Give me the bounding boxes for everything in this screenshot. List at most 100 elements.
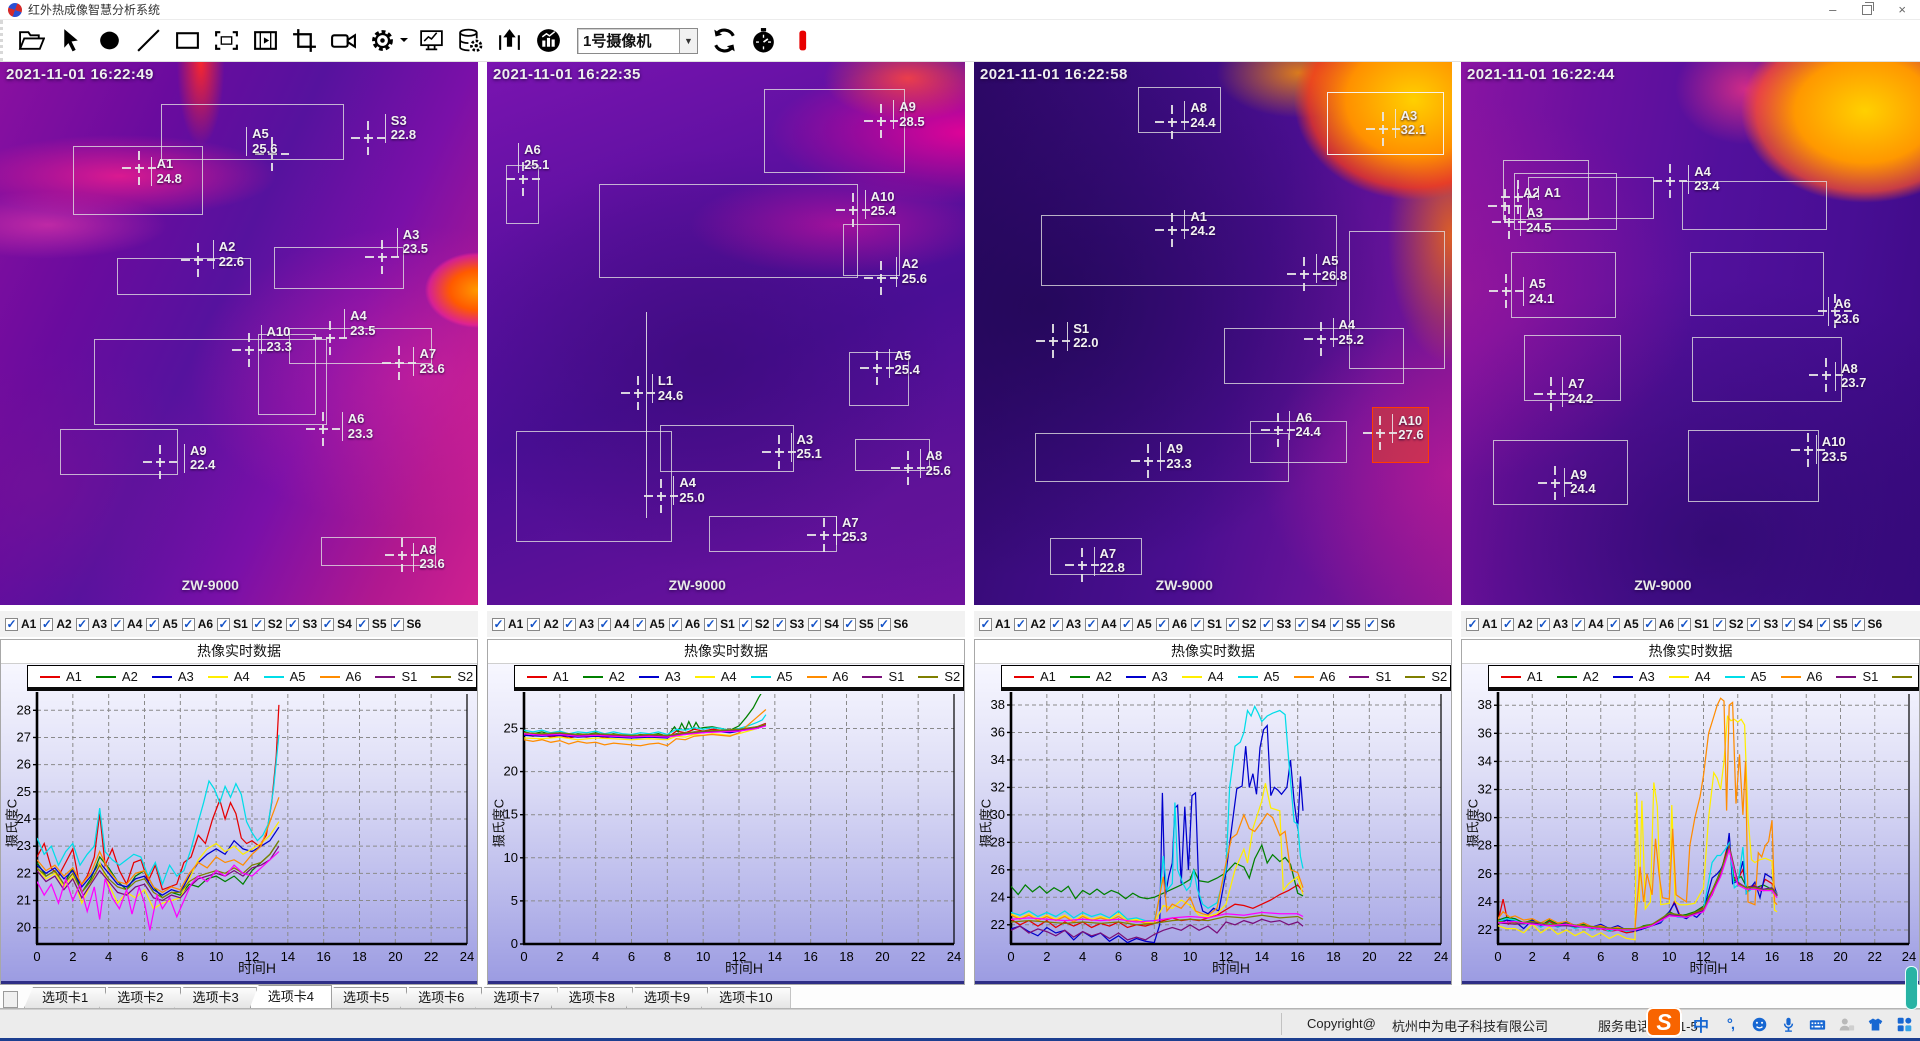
checkbox-checked-icon[interactable]: ✓ (1501, 618, 1514, 631)
checkbox-checked-icon[interactable]: ✓ (843, 618, 856, 631)
toggle-A3[interactable]: ✓A3 (563, 617, 594, 631)
toggle-A2[interactable]: ✓A2 (527, 617, 558, 631)
toggle-A5[interactable]: ✓A5 (1607, 617, 1638, 631)
toggle-S2[interactable]: ✓S2 (1713, 617, 1744, 631)
tab-8[interactable]: 选项卡8 (551, 987, 633, 1008)
checkbox-checked-icon[interactable]: ✓ (1014, 618, 1027, 631)
toggle-A4[interactable]: ✓A4 (1085, 617, 1116, 631)
toggle-S4[interactable]: ✓S4 (321, 617, 352, 631)
checkbox-checked-icon[interactable]: ✓ (704, 618, 717, 631)
checkbox-checked-icon[interactable]: ✓ (1365, 618, 1378, 631)
ime-punct-icon[interactable]: °, (1720, 1014, 1740, 1034)
checkbox-checked-icon[interactable]: ✓ (182, 618, 195, 631)
checkbox-checked-icon[interactable]: ✓ (1678, 618, 1691, 631)
monitor-chart-icon[interactable] (413, 24, 449, 58)
checkbox-checked-icon[interactable]: ✓ (598, 618, 611, 631)
checkbox-checked-icon[interactable]: ✓ (356, 618, 369, 631)
checkbox-checked-icon[interactable]: ✓ (878, 618, 891, 631)
checkbox-checked-icon[interactable]: ✓ (1782, 618, 1795, 631)
toggle-S1[interactable]: ✓S1 (1191, 617, 1222, 631)
checkbox-checked-icon[interactable]: ✓ (391, 618, 404, 631)
checkbox-checked-icon[interactable]: ✓ (1330, 618, 1343, 631)
toggle-S3[interactable]: ✓S3 (1260, 617, 1291, 631)
timer-icon[interactable] (745, 24, 781, 58)
checkbox-checked-icon[interactable]: ✓ (321, 618, 334, 631)
toggle-S1[interactable]: ✓S1 (1678, 617, 1709, 631)
thermal-view-3[interactable]: 2021-11-01 16:22:58ZW-9000A824.4A332.1A1… (974, 62, 1452, 605)
video-playback-icon[interactable] (247, 24, 283, 58)
toggle-S2[interactable]: ✓S2 (252, 617, 283, 631)
toggle-S1[interactable]: ✓S1 (217, 617, 248, 631)
checkbox-checked-icon[interactable]: ✓ (527, 618, 540, 631)
ime-skin-icon[interactable] (1865, 1014, 1885, 1034)
ellipse-tool-icon[interactable] (91, 24, 127, 58)
toggle-S6[interactable]: ✓S6 (1852, 617, 1883, 631)
camera-tool-icon[interactable] (325, 24, 361, 58)
toggle-S4[interactable]: ✓S4 (1782, 617, 1813, 631)
checkbox-checked-icon[interactable]: ✓ (286, 618, 299, 631)
toggle-A2[interactable]: ✓A2 (1501, 617, 1532, 631)
ime-zh-icon[interactable]: 中 (1691, 1014, 1711, 1034)
checkbox-checked-icon[interactable]: ✓ (1713, 618, 1726, 631)
toggle-A3[interactable]: ✓A3 (1537, 617, 1568, 631)
checkbox-checked-icon[interactable]: ✓ (1050, 618, 1063, 631)
checkbox-checked-icon[interactable]: ✓ (1226, 618, 1239, 631)
toggle-A4[interactable]: ✓A4 (598, 617, 629, 631)
toggle-A1[interactable]: ✓A1 (5, 617, 36, 631)
checkbox-checked-icon[interactable]: ✓ (40, 618, 53, 631)
checkbox-checked-icon[interactable]: ✓ (5, 618, 18, 631)
ime-toolbox-icon[interactable] (1894, 1014, 1914, 1034)
checkbox-checked-icon[interactable]: ✓ (1156, 618, 1169, 631)
checkbox-checked-icon[interactable]: ✓ (979, 618, 992, 631)
checkbox-checked-icon[interactable]: ✓ (1607, 618, 1620, 631)
ime-person-icon[interactable] (1836, 1014, 1856, 1034)
crop-tool-icon[interactable] (286, 24, 322, 58)
checkbox-checked-icon[interactable]: ✓ (773, 618, 786, 631)
toggle-S5[interactable]: ✓S5 (843, 617, 874, 631)
checkbox-checked-icon[interactable]: ✓ (146, 618, 159, 631)
ime-sidebar-handle[interactable] (1905, 966, 1918, 1010)
toggle-S6[interactable]: ✓S6 (391, 617, 422, 631)
checkbox-checked-icon[interactable]: ✓ (739, 618, 752, 631)
report-chart-icon[interactable] (530, 24, 566, 58)
checkbox-checked-icon[interactable]: ✓ (1295, 618, 1308, 631)
checkbox-checked-icon[interactable]: ✓ (1260, 618, 1273, 631)
toggle-S3[interactable]: ✓S3 (1747, 617, 1778, 631)
toggle-S3[interactable]: ✓S3 (286, 617, 317, 631)
toggle-S5[interactable]: ✓S5 (356, 617, 387, 631)
toggle-A6[interactable]: ✓A6 (182, 617, 213, 631)
restore-button[interactable] (1862, 1, 1872, 19)
tab-1[interactable]: 选项卡1 (24, 987, 106, 1008)
thermal-view-1[interactable]: 2021-11-01 16:22:49ZW-9000A124.8A525.6S3… (0, 62, 478, 605)
toggle-A5[interactable]: ✓A5 (146, 617, 177, 631)
tab-3[interactable]: 选项卡3 (174, 987, 256, 1008)
toggle-A1[interactable]: ✓A1 (979, 617, 1010, 631)
toggle-A6[interactable]: ✓A6 (1156, 617, 1187, 631)
toggle-S4[interactable]: ✓S4 (808, 617, 839, 631)
sogou-logo[interactable]: S (1646, 1007, 1682, 1037)
checkbox-checked-icon[interactable]: ✓ (1643, 618, 1656, 631)
gear-dropdown-arrow-icon[interactable] (399, 32, 411, 50)
ime-mic-icon[interactable] (1778, 1014, 1798, 1034)
ime-emoji-icon[interactable] (1749, 1014, 1769, 1034)
toggle-S4[interactable]: ✓S4 (1295, 617, 1326, 631)
tab-2[interactable]: 选项卡2 (99, 987, 181, 1008)
toggle-A3[interactable]: ✓A3 (1050, 617, 1081, 631)
checkbox-checked-icon[interactable]: ✓ (492, 618, 505, 631)
toggle-A5[interactable]: ✓A5 (1120, 617, 1151, 631)
rect-tool-icon[interactable] (169, 24, 205, 58)
camera-select-arrow-icon[interactable]: ▼ (679, 29, 697, 53)
thermal-view-4[interactable]: 2021-11-01 16:22:44ZW-9000A2A1A324.5A423… (1461, 62, 1920, 605)
toggle-S5[interactable]: ✓S5 (1817, 617, 1848, 631)
tab-4[interactable]: 选项卡4 (250, 985, 332, 1008)
checkbox-checked-icon[interactable]: ✓ (1120, 618, 1133, 631)
checkbox-checked-icon[interactable]: ✓ (1572, 618, 1585, 631)
toggle-S3[interactable]: ✓S3 (773, 617, 804, 631)
checkbox-checked-icon[interactable]: ✓ (1852, 618, 1865, 631)
toggle-S1[interactable]: ✓S1 (704, 617, 735, 631)
checkbox-checked-icon[interactable]: ✓ (808, 618, 821, 631)
toggle-A2[interactable]: ✓A2 (1014, 617, 1045, 631)
checkbox-checked-icon[interactable]: ✓ (1817, 618, 1830, 631)
toggle-A2[interactable]: ✓A2 (40, 617, 71, 631)
toggle-A1[interactable]: ✓A1 (1466, 617, 1497, 631)
